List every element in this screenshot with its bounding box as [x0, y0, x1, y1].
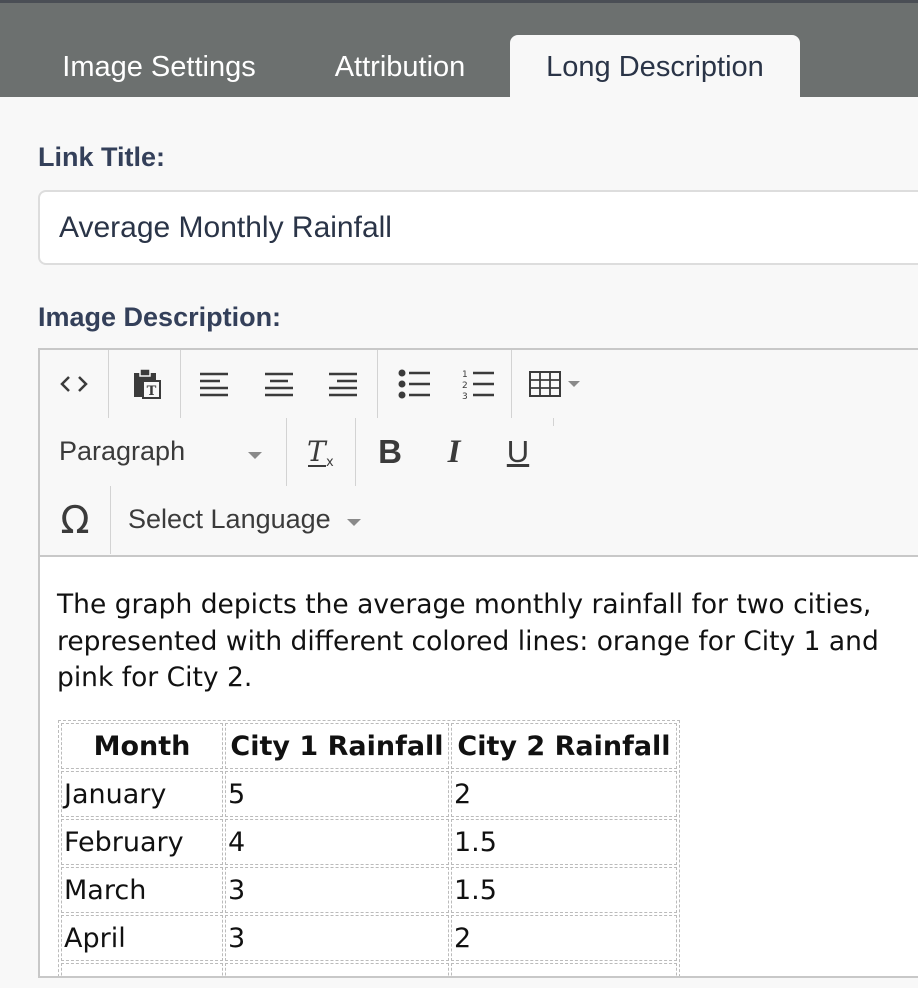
table-cell: 5 — [225, 771, 449, 817]
toolbar-separator — [553, 418, 554, 426]
table-header-cell: Month — [61, 723, 223, 769]
table-cell — [451, 963, 677, 976]
toolbar-separator — [355, 418, 356, 486]
rich-text-editor: T 123 Paragraph Tx B I U Ω Select Langua… — [38, 348, 918, 978]
rainfall-table: Month City 1 Rainfall City 2 Rainfall Ja… — [58, 720, 680, 976]
link-title-label: Link Title: — [38, 142, 166, 172]
table-cell — [225, 963, 449, 976]
tab-bar: Image Settings Attribution Long Descript… — [0, 0, 918, 97]
toolbar-separator — [377, 350, 378, 418]
table-cell: 2 — [451, 771, 677, 817]
special-character-icon[interactable]: Ω — [52, 498, 98, 542]
table-cell: 3 — [225, 867, 449, 913]
language-select[interactable]: Select Language — [128, 504, 331, 535]
toolbar-separator — [108, 350, 109, 418]
tab-long-description[interactable]: Long Description — [510, 35, 800, 97]
table-cell: 4 — [225, 819, 449, 865]
table-header-row: Month City 1 Rainfall City 2 Rainfall — [61, 723, 677, 769]
language-select-chevron-down-icon[interactable] — [347, 519, 361, 526]
bold-icon[interactable]: B — [372, 432, 408, 472]
format-select[interactable]: Paragraph — [59, 436, 185, 467]
toolbar-separator — [180, 350, 181, 418]
table-row — [61, 963, 677, 976]
bullet-list-icon[interactable] — [392, 364, 436, 404]
svg-text:T: T — [147, 384, 157, 399]
table-cell: 3 — [225, 915, 449, 961]
link-title-input[interactable]: Average Monthly Rainfall — [38, 190, 918, 265]
image-description-label: Image Description: — [38, 302, 282, 332]
underline-icon[interactable]: U — [500, 432, 536, 472]
table-row: April 3 2 — [61, 915, 677, 961]
toolbar-separator — [110, 486, 111, 554]
svg-text:3: 3 — [462, 392, 468, 400]
source-code-icon[interactable] — [50, 364, 98, 404]
table-cell: January — [61, 771, 223, 817]
align-center-icon[interactable] — [257, 364, 301, 404]
description-paragraph: The graph depicts the average monthly ra… — [57, 589, 879, 693]
table-cell: April — [61, 915, 223, 961]
table-cell: 1.5 — [451, 867, 677, 913]
align-left-icon[interactable] — [192, 364, 236, 404]
paste-as-text-icon[interactable]: T — [122, 364, 172, 404]
table-cell: 2 — [451, 915, 677, 961]
table-icon[interactable] — [526, 364, 586, 404]
svg-text:T: T — [307, 435, 328, 468]
numbered-list-icon[interactable]: 123 — [456, 364, 500, 404]
table-header-cell: City 1 Rainfall — [225, 723, 449, 769]
align-right-icon[interactable] — [321, 364, 365, 404]
table-row: January 5 2 — [61, 771, 677, 817]
svg-text:2: 2 — [462, 381, 468, 391]
table-cell: February — [61, 819, 223, 865]
toolbar-separator — [511, 350, 512, 418]
table-cell: 1.5 — [451, 819, 677, 865]
clear-formatting-icon[interactable]: Tx — [300, 432, 342, 472]
table-cell — [61, 963, 223, 976]
table-row: February 4 1.5 — [61, 819, 677, 865]
editor-toolbar: T 123 Paragraph Tx B I U Ω Select Langua… — [40, 350, 918, 557]
table-cell: March — [61, 867, 223, 913]
tab-attribution[interactable]: Attribution — [306, 35, 494, 97]
format-select-chevron-down-icon[interactable] — [248, 452, 262, 459]
italic-icon[interactable]: I — [436, 432, 472, 472]
svg-text:1: 1 — [462, 370, 468, 380]
table-header-cell: City 2 Rainfall — [451, 723, 677, 769]
svg-text:x: x — [326, 455, 334, 469]
tab-image-settings[interactable]: Image Settings — [44, 35, 274, 97]
table-row: March 3 1.5 — [61, 867, 677, 913]
toolbar-separator — [286, 418, 287, 486]
